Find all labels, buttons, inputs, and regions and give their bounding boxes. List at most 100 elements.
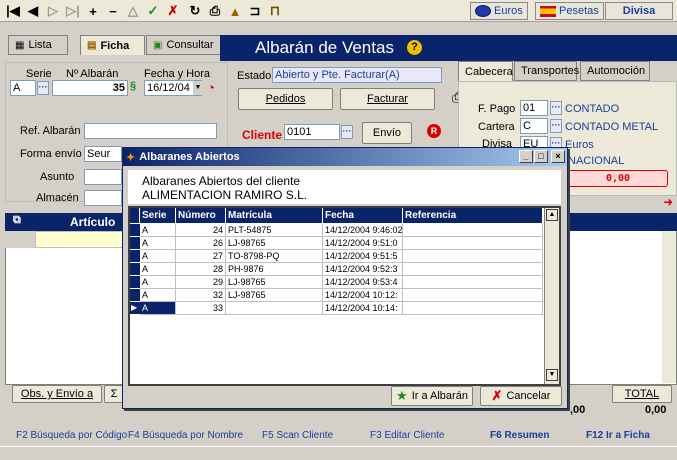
asunto-input[interactable] [84,169,122,185]
cell-fecha: 14/12/2004 9:51:0 [323,237,403,250]
scroll-down-icon[interactable]: ▼ [546,369,558,381]
fpago-input[interactable]: 01 [520,100,548,116]
maximize-icon[interactable]: □ [534,150,548,163]
albaranes-table[interactable]: Serie Número Matrícula Fecha Referencia … [128,206,561,386]
row-indicator [130,237,140,249]
dialog-title-bar: ✦ Albaranes Abiertos _ □ × [123,148,567,166]
pedidos-button[interactable]: Pedidos [238,88,333,110]
table-row[interactable]: A 24 PLT-54875 14/12/2004 9:46:02 [130,224,558,237]
fpago-description: CONTADO [565,103,620,115]
confirm-icon[interactable]: ✓ [144,2,162,20]
minimize-icon[interactable]: _ [519,150,533,163]
tab-ficha[interactable]: ▤ Ficha [80,35,145,55]
preview-icon[interactable]: ▲ [226,2,244,20]
column-fecha[interactable]: Fecha [323,208,403,223]
serie-input[interactable]: A [10,80,36,96]
pesetas-button[interactable]: Pesetas [535,2,604,20]
arrow-right-icon[interactable]: ➜ [663,195,673,209]
close-icon[interactable]: × [551,150,565,163]
asunto-label: Asunto [40,171,75,183]
cell-fecha: 14/12/2004 10:12: [323,289,403,302]
cell-fecha: 14/12/2004 9:51:5 [323,250,403,263]
client-name: ALIMENTACION RAMIRO S.L. [142,188,308,202]
risk-icon[interactable]: R [427,124,441,138]
shortcut-bar: F2 Búsqueda por Código F4 Búsqueda por N… [0,425,677,445]
subtotal-value: ,00 [570,404,586,416]
table-row[interactable]: A 26 LJ-98765 14/12/2004 9:51:0 [130,237,558,250]
num-albaran-label: Nº Albarán [66,68,119,80]
column-numero[interactable]: Número [176,208,226,223]
edit-icon[interactable]: △ [124,2,142,20]
cartera-description: CONTADO METAL [565,121,659,133]
ir-albaran-button[interactable]: ★ Ir a Albarán [391,386,473,406]
cliente-input[interactable]: 0101 [284,124,340,140]
row-indicator [130,224,140,236]
tab-lista[interactable]: ▦ Lista [8,35,68,55]
table-row-selected[interactable]: ▶ A 33 14/12/2004 10:14: [130,302,558,315]
articulo-cell[interactable] [35,231,125,248]
almacen-label: Almacén [36,192,79,204]
cartera-input[interactable]: C [520,118,548,134]
number-icon[interactable]: § [130,80,136,92]
articulo-header: Artículo [70,215,116,229]
scroll-up-icon[interactable]: ▲ [546,209,558,221]
tab-consultar[interactable]: ▣ Consultar [146,35,221,55]
num-albaran-input[interactable]: 35 [52,80,128,96]
add-icon[interactable]: + [84,2,102,20]
estado-label: Estado [237,70,272,82]
fpago-lookup-button[interactable]: ··· [550,101,562,115]
filter-icon[interactable]: ⊐ [246,2,264,20]
cell-referencia [403,237,543,250]
total-label: TOTAL [624,388,660,400]
cell-referencia [403,289,543,302]
almacen-input[interactable] [84,190,122,206]
ref-albaran-input[interactable] [84,123,217,139]
cartera-lookup-button[interactable]: ··· [550,119,562,133]
total-button[interactable]: TOTAL [612,385,672,403]
cliente-lookup-button[interactable]: ··· [341,125,353,139]
tab-ficha-label: Ficha [100,39,130,52]
shortcut-f12: F12 Ir a Ficha [586,430,650,441]
cancelar-button[interactable]: ✗ Cancelar [480,386,562,406]
grid-scrollbar[interactable] [662,231,676,383]
column-referencia[interactable]: Referencia [403,208,543,223]
help-icon[interactable]: ? [407,40,422,55]
obs-envio-button[interactable]: Obs. y Envío a [12,385,102,403]
grid-icon: ▦ [15,39,25,51]
tab-lista-label: Lista [28,39,52,51]
column-matricula[interactable]: Matrícula [226,208,323,223]
delete-icon[interactable]: − [104,2,122,20]
table-row[interactable]: A 32 LJ-98765 14/12/2004 10:12: [130,289,558,302]
euros-label: Euros [494,5,523,17]
print-icon[interactable]: ⎙ [206,2,224,20]
clock-icon[interactable]: ◔ [207,80,215,95]
cancel-icon[interactable]: ✗ [164,2,182,20]
envio-button[interactable]: Envío [362,122,412,144]
row-indicator [130,250,140,262]
refresh-icon[interactable]: ↻ [186,2,204,20]
column-serie[interactable]: Serie [140,208,176,223]
tab-automocion[interactable]: Automoción [580,61,650,81]
table-row[interactable]: A 28 PH-9876 14/12/2004 9:52:3 [130,263,558,276]
next-record-icon[interactable]: ▷ [44,2,62,20]
serie-lookup-button[interactable]: ··· [37,81,49,95]
shortcut-f4: F4 Búsqueda por Nombre [128,430,244,441]
divisa-button[interactable]: Divisa [605,2,673,20]
forma-envio-input[interactable]: Seur [84,146,122,162]
chevron-down-icon[interactable]: ▼ [193,81,203,95]
go-icon: ★ [396,388,408,403]
facturar-button[interactable]: Facturar [340,88,435,110]
shortcut-f6: F6 Resumen [490,430,550,441]
sum-button[interactable]: Σ [104,385,124,403]
amount-display: 0,00 [568,170,668,187]
last-record-icon[interactable]: ▷| [64,2,82,20]
table-row[interactable]: A 27 TO-8798-PQ 14/12/2004 9:51:5 [130,250,558,263]
tab-transportes[interactable]: Transportes [514,61,579,81]
exit-icon[interactable]: ⊓ [266,2,284,20]
table-row[interactable]: A 29 LJ-98765 14/12/2004 9:53:4 [130,276,558,289]
prev-record-icon[interactable]: ◀ [24,2,42,20]
euros-button[interactable]: Euros [470,2,528,20]
first-record-icon[interactable]: |◀ [4,2,22,20]
tab-cabecera[interactable]: Cabecera [458,61,513,81]
cell-fecha: 14/12/2004 9:52:3 [323,263,403,276]
